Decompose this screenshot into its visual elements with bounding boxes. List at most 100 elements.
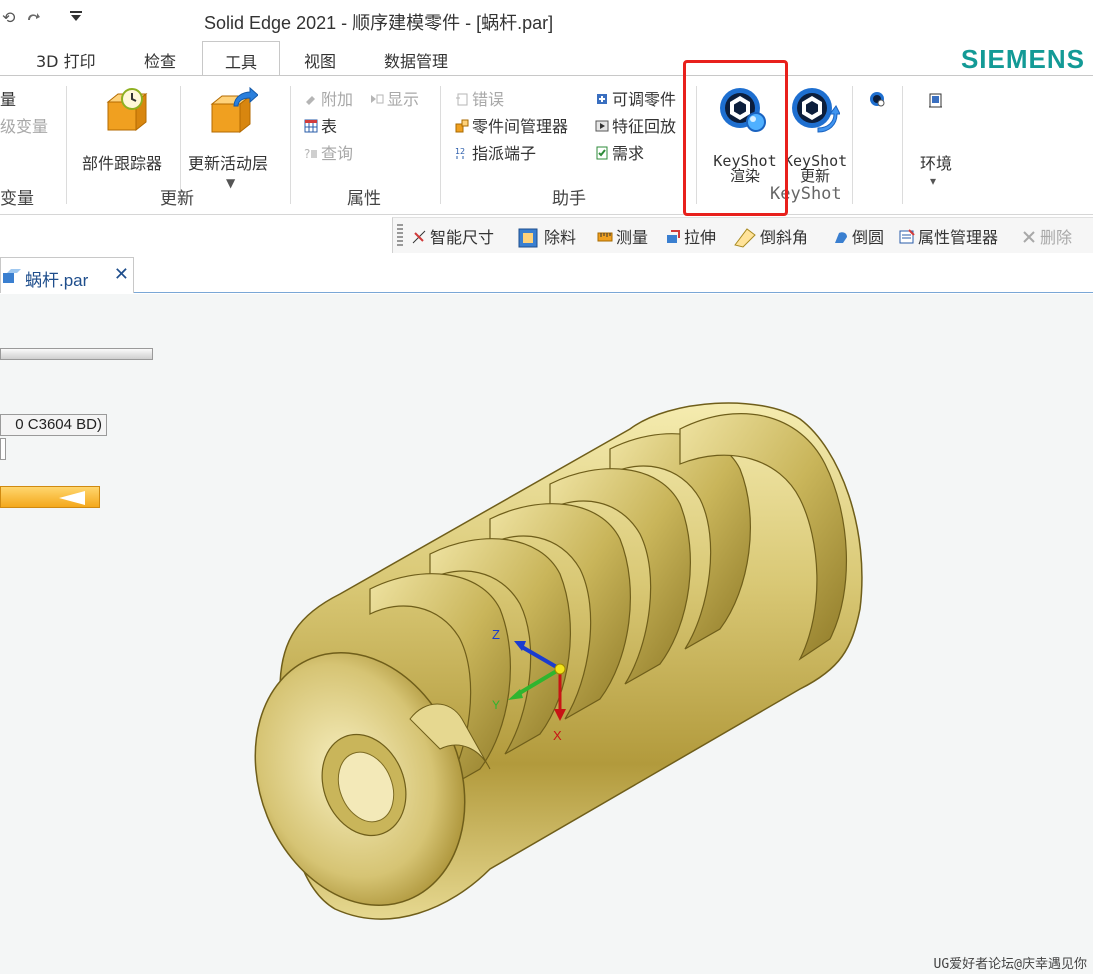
tab-3d-print[interactable]: 3D 打印	[22, 46, 110, 76]
separator	[902, 86, 903, 204]
feature-playback-label: 特征回放	[612, 117, 677, 136]
chamfer-button[interactable]: 倒斜角	[733, 224, 808, 249]
window-title: Solid Edge 2021 - 顺序建模零件 - [蜗杆.par]	[204, 13, 554, 33]
measure-label: 测量	[616, 228, 649, 247]
watermark-text: UG爱好者论坛@庆幸遇见你	[933, 957, 1087, 972]
attach-icon	[304, 91, 318, 105]
ribbon-panel: 量 级变量 变量 部件跟踪器 更新活动层 ▼ 更新 附加 显示 表 ? 查询 属…	[0, 60, 1093, 216]
part-file-icon	[3, 268, 21, 288]
orange-slider-bar[interactable]	[0, 486, 100, 508]
keyshot-update-label-2[interactable]: 更新	[784, 169, 846, 184]
customize-qat-icon[interactable]	[68, 8, 84, 28]
assign-terminals-button[interactable]: 1 2 指派端子	[455, 140, 536, 164]
tab-inspect[interactable]: 检查	[130, 46, 190, 76]
update-active-layer-icon[interactable]	[208, 86, 259, 136]
feature-playback-icon	[595, 118, 609, 132]
graphics-viewport[interactable]: 0 C3604 BD) Z Y X UG爱好者论坛@庆幸遇见你	[0, 294, 1093, 974]
properties-group-label: 属性	[347, 189, 381, 209]
document-tab-label: 蜗杆.par	[25, 271, 89, 290]
errors-label: 错误	[472, 90, 505, 109]
extrude-button[interactable]: 拉伸	[665, 224, 716, 248]
separator	[290, 86, 291, 204]
requirements-icon	[595, 145, 609, 160]
smart-dimension-icon	[411, 229, 427, 245]
errors-icon	[455, 91, 469, 106]
grip-handle[interactable]	[397, 224, 403, 248]
round-button[interactable]: 倒圆	[833, 224, 884, 248]
show-icon	[370, 91, 384, 105]
redo-icon[interactable]	[24, 8, 42, 30]
smart-dimension-button[interactable]: 智能尺寸	[411, 224, 494, 248]
update-active-layer-button[interactable]: 更新活动层	[188, 150, 268, 174]
adjustable-part-label: 可调零件	[612, 90, 677, 109]
keyshot-highlight-box	[683, 60, 788, 216]
tab-data-management[interactable]: 数据管理	[370, 46, 462, 76]
property-manager-icon	[899, 229, 915, 245]
delete-button[interactable]: 删除	[1021, 224, 1072, 248]
table-button[interactable]: 表	[304, 113, 337, 137]
interpart-manager-icon	[455, 118, 469, 133]
environment-button[interactable]: 环境	[920, 150, 952, 174]
delete-label: 删除	[1040, 228, 1073, 247]
axis-y-label: Y	[492, 698, 500, 712]
feature-playback-button[interactable]: 特征回放	[595, 113, 676, 137]
environment-icon[interactable]	[927, 92, 945, 110]
requirements-button[interactable]: 需求	[595, 140, 644, 164]
variables-group-label: 变量	[0, 189, 34, 209]
show-label: 显示	[387, 90, 420, 109]
separator	[66, 86, 67, 204]
cutout-icon	[517, 225, 541, 249]
chamfer-icon	[733, 225, 757, 249]
assistant-group-label: 助手	[552, 189, 586, 209]
assign-terminals-label: 指派端子	[472, 144, 537, 163]
worm-gear-model[interactable]: Z Y X	[240, 389, 880, 949]
close-icon[interactable]: ✕	[114, 264, 129, 285]
interpart-manager-button[interactable]: 零件间管理器	[455, 113, 568, 137]
extrude-icon	[665, 229, 681, 245]
axis-x-label: X	[553, 728, 562, 743]
interpart-manager-label: 零件间管理器	[472, 117, 569, 136]
title-bar: ⟲ Solid Edge 2021 - 顺序建模零件 - [蜗杆.par]	[0, 0, 1093, 40]
tab-view[interactable]: 视图	[290, 46, 350, 76]
chamfer-label: 倒斜角	[760, 228, 809, 247]
command-bar: 智能尺寸 除料 测量 拉伸 倒斜角 倒圆 属性管理器 删除	[392, 217, 1093, 253]
environment-chevron-down-icon[interactable]: ▾	[930, 174, 936, 188]
part-tracker-icon[interactable]	[104, 86, 150, 136]
adjustable-part-button[interactable]: 可调零件	[595, 86, 676, 110]
measure-button[interactable]: 测量	[597, 224, 648, 248]
measure-icon	[597, 229, 613, 245]
property-manager-button[interactable]: 属性管理器	[899, 224, 998, 248]
undo-icon[interactable]: ⟲	[2, 8, 15, 27]
requirements-label: 需求	[612, 144, 645, 163]
material-field[interactable]: 0 C3604 BD)	[0, 414, 107, 436]
round-label: 倒圆	[852, 228, 885, 247]
smart-dimension-label: 智能尺寸	[430, 228, 495, 247]
keyshot-settings-icon[interactable]	[868, 90, 886, 108]
table-icon	[304, 118, 318, 133]
separator	[852, 86, 853, 204]
ribbon-tabs: 3D 打印 检查 工具 视图 数据管理	[0, 40, 1093, 77]
update-group-label: 更新	[160, 189, 194, 209]
cutout-button[interactable]: 除料	[517, 224, 576, 249]
document-tab[interactable]: 蜗杆.par ✕	[0, 257, 134, 293]
variables-item[interactable]: 量	[0, 86, 16, 110]
attach-button[interactable]: 附加	[304, 86, 353, 110]
axis-z-label: Z	[492, 627, 500, 642]
extrude-label: 拉伸	[684, 228, 717, 247]
delete-icon	[1021, 229, 1037, 245]
query-button[interactable]: ? 查询	[304, 140, 353, 164]
errors-button[interactable]: 错误	[455, 86, 504, 110]
attach-label: 附加	[321, 90, 354, 109]
pathfinder-splitter[interactable]	[0, 348, 153, 360]
separator	[440, 86, 441, 204]
part-tracker-button[interactable]: 部件跟踪器	[82, 150, 162, 174]
tab-tools[interactable]: 工具	[202, 41, 280, 77]
level-variables-item[interactable]: 级变量	[0, 113, 48, 137]
chevron-down-icon[interactable]: ▼	[226, 176, 235, 190]
small-field[interactable]	[0, 438, 6, 460]
siemens-logo: SIEMENS	[960, 44, 1085, 74]
show-button[interactable]: 显示	[370, 86, 419, 110]
keyshot-update-icon[interactable]	[790, 84, 841, 136]
document-tabs: 蜗杆.par ✕	[0, 253, 1093, 293]
terminals-icon: 12	[455, 145, 469, 159]
